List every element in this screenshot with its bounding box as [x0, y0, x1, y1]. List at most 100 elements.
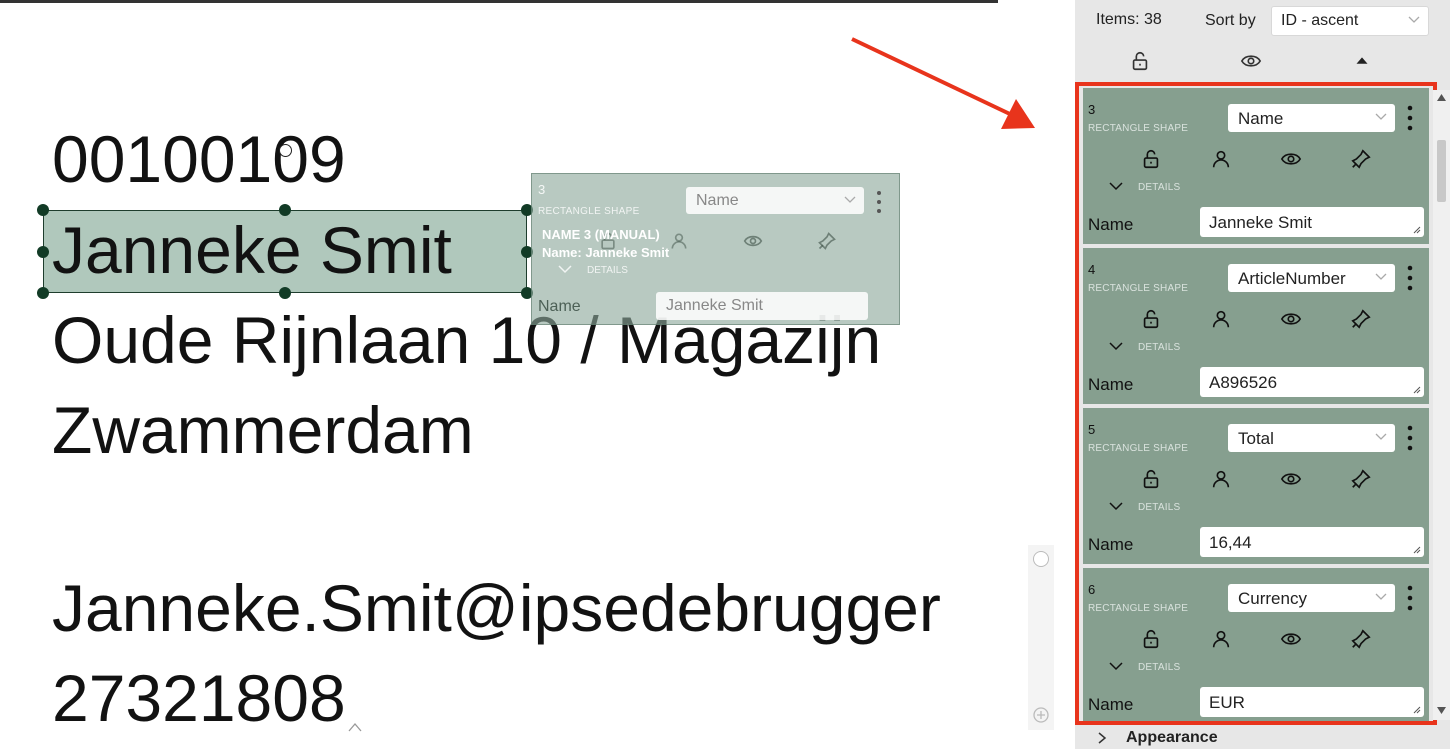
- chevron-down-icon[interactable]: [1109, 341, 1123, 351]
- user-icon[interactable]: [1210, 308, 1232, 330]
- doc-text-line: Zwammerdam: [52, 393, 474, 467]
- card-number: 5: [1088, 422, 1096, 437]
- field-select[interactable]: Total: [1228, 424, 1395, 452]
- doc-text-line: 27321808: [52, 661, 346, 735]
- item-card[interactable]: 6 RECTANGLE SHAPE Currency DETAILS Name …: [1083, 568, 1429, 721]
- eye-icon[interactable]: [1280, 628, 1302, 650]
- resize-handle[interactable]: [37, 287, 49, 299]
- chevron-up-icon[interactable]: [347, 721, 363, 733]
- sort-select-value: ID - ascent: [1281, 12, 1359, 29]
- chevron-down-icon: [844, 196, 856, 203]
- item-card[interactable]: 4 RECTANGLE SHAPE ArticleNumber DETAILS …: [1083, 248, 1429, 404]
- item-card[interactable]: 5 RECTANGLE SHAPE Total DETAILS Name 16,…: [1083, 408, 1429, 564]
- details-toggle[interactable]: DETAILS: [1138, 182, 1180, 193]
- unlock-icon[interactable]: [1140, 468, 1162, 490]
- name-label: Name: [1088, 375, 1134, 394]
- scroll-down-icon[interactable]: [1437, 707, 1446, 714]
- card-number: 3: [538, 182, 546, 197]
- name-input[interactable]: Janneke Smit: [656, 292, 868, 320]
- name-label: Name: [1088, 535, 1134, 554]
- chevron-right-icon[interactable]: [1097, 731, 1107, 745]
- chevron-down-icon[interactable]: [558, 264, 572, 274]
- card-type: RECTANGLE SHAPE: [1088, 603, 1189, 614]
- zoom-in-icon[interactable]: [1032, 706, 1050, 724]
- pin-icon[interactable]: [1350, 468, 1372, 490]
- name-label: Name: [1088, 695, 1134, 714]
- pin-icon[interactable]: [817, 231, 837, 251]
- document-canvas[interactable]: 00100109 Janneke Smit Oude Rijnlaan 10 /…: [0, 0, 1068, 749]
- dragged-item-card[interactable]: 3 RECTANGLE SHAPE Name NAME 3 (MANUAL) N…: [531, 173, 900, 325]
- list-scrollbar[interactable]: [1433, 90, 1450, 720]
- unlock-icon[interactable]: [1140, 148, 1162, 170]
- drag-tooltip-title: NAME 3 (MANUAL): [542, 227, 660, 242]
- resize-grip-icon[interactable]: [1413, 706, 1421, 714]
- card-number: 6: [1088, 582, 1096, 597]
- resize-grip-icon[interactable]: [1413, 546, 1421, 554]
- zoom-slider-thumb[interactable]: [1033, 551, 1049, 567]
- more-vertical-icon[interactable]: [1405, 263, 1415, 293]
- user-icon[interactable]: [669, 231, 689, 251]
- resize-handle[interactable]: [279, 287, 291, 299]
- pin-icon[interactable]: [1350, 628, 1372, 650]
- field-select-value: Total: [1238, 429, 1274, 448]
- items-count: Items: 38: [1096, 11, 1162, 28]
- scrollbar-thumb[interactable]: [1437, 140, 1446, 202]
- more-vertical-icon[interactable]: [874, 189, 884, 215]
- chevron-down-icon[interactable]: [1109, 181, 1123, 191]
- more-vertical-icon[interactable]: [1405, 103, 1415, 133]
- unlock-icon[interactable]: [1140, 308, 1162, 330]
- items-panel: Items: 38 Sort by ID - ascent 3 RECTANGL…: [1075, 0, 1450, 749]
- field-select[interactable]: Name: [1228, 104, 1395, 132]
- user-icon[interactable]: [1210, 628, 1232, 650]
- unlock-icon[interactable]: [1129, 50, 1151, 72]
- chevron-down-icon: [1375, 273, 1387, 280]
- doc-text-line: Janneke Smit: [52, 213, 452, 287]
- eye-icon[interactable]: [1280, 308, 1302, 330]
- appearance-section-header[interactable]: Appearance: [1126, 729, 1218, 747]
- resize-grip-icon[interactable]: [1413, 226, 1421, 234]
- eye-icon[interactable]: [1280, 148, 1302, 170]
- scroll-up-icon[interactable]: [1437, 94, 1446, 101]
- name-input[interactable]: EUR: [1200, 687, 1424, 717]
- details-toggle[interactable]: DETAILS: [1138, 502, 1180, 513]
- card-number: 4: [1088, 262, 1096, 277]
- field-select[interactable]: Currency: [1228, 584, 1395, 612]
- rotate-handle[interactable]: [279, 144, 292, 157]
- name-label: Name: [1088, 215, 1134, 234]
- chevron-down-icon[interactable]: [1109, 661, 1123, 671]
- chevron-down-icon: [1375, 433, 1387, 440]
- name-input-value: Janneke Smit: [1209, 213, 1312, 232]
- user-icon[interactable]: [1210, 148, 1232, 170]
- sort-select[interactable]: ID - ascent: [1271, 6, 1429, 36]
- pin-icon[interactable]: [1350, 308, 1372, 330]
- eye-icon[interactable]: [742, 231, 764, 251]
- name-input[interactable]: 16,44: [1200, 527, 1424, 557]
- details-toggle[interactable]: DETAILS: [587, 265, 628, 276]
- more-vertical-icon[interactable]: [1405, 423, 1415, 453]
- resize-handle[interactable]: [37, 246, 49, 258]
- name-input[interactable]: A896526: [1200, 367, 1424, 397]
- resize-handle[interactable]: [279, 204, 291, 216]
- details-toggle[interactable]: DETAILS: [1138, 342, 1180, 353]
- unlock-icon[interactable]: [1140, 628, 1162, 650]
- field-select-value: Name: [696, 192, 739, 209]
- field-select[interactable]: Name: [686, 187, 864, 214]
- pin-icon[interactable]: [1350, 148, 1372, 170]
- triangle-up-icon[interactable]: [1351, 50, 1373, 72]
- eye-icon[interactable]: [1280, 468, 1302, 490]
- details-toggle[interactable]: DETAILS: [1138, 662, 1180, 673]
- field-select-value: Name: [1238, 109, 1284, 128]
- item-card[interactable]: 3 RECTANGLE SHAPE Name DETAILS Name Jann…: [1083, 88, 1429, 244]
- eye-icon[interactable]: [1240, 50, 1262, 72]
- chevron-down-icon[interactable]: [1109, 501, 1123, 511]
- card-type: RECTANGLE SHAPE: [1088, 123, 1189, 134]
- name-input-value: A896526: [1209, 373, 1278, 392]
- page-top-border: [0, 0, 998, 3]
- field-select[interactable]: ArticleNumber: [1228, 264, 1395, 292]
- resize-handle[interactable]: [37, 204, 49, 216]
- zoom-slider[interactable]: [1028, 545, 1054, 730]
- more-vertical-icon[interactable]: [1405, 583, 1415, 613]
- user-icon[interactable]: [1210, 468, 1232, 490]
- resize-grip-icon[interactable]: [1413, 386, 1421, 394]
- name-input[interactable]: Janneke Smit: [1200, 207, 1424, 237]
